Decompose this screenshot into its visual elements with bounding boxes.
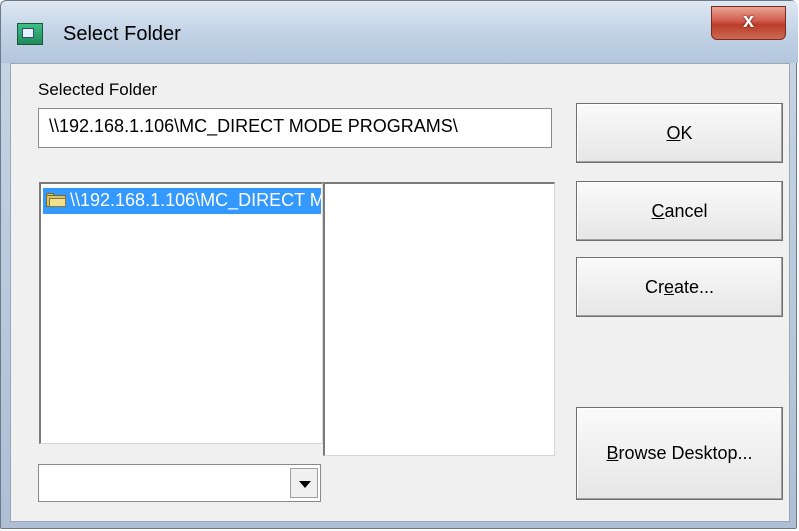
dialog-body: Selected Folder \\192.168.1.106\MC_DIREC… — [10, 63, 790, 522]
select-folder-dialog: Select Folder x Selected Folder \\192.16… — [0, 0, 798, 529]
window-title: Select Folder — [63, 23, 181, 45]
tree-item-label: \\192.168.1.106\MC_DIRECT MODE PROGRAMS — [70, 190, 321, 210]
browse-desktop-button[interactable]: Browse Desktop... — [576, 407, 783, 500]
tree-item-selected[interactable]: \\192.168.1.106\MC_DIRECT MODE PROGRAMS — [43, 188, 321, 214]
chevron-down-icon[interactable] — [290, 468, 318, 498]
folder-tree[interactable]: \\192.168.1.106\MC_DIRECT MODE PROGRAMS — [39, 182, 323, 444]
ok-label: K — [680, 122, 693, 143]
file-list[interactable] — [323, 182, 555, 456]
app-icon — [17, 23, 43, 45]
cancel-mnemonic: C — [651, 200, 665, 221]
browse-label: rowse Desktop... — [618, 443, 753, 463]
title-bar[interactable]: Select Folder x — [1, 1, 798, 63]
create-button[interactable]: Cr e ate... — [576, 257, 783, 317]
open-folder-icon — [46, 193, 66, 207]
selected-folder-field[interactable]: \\192.168.1.106\MC_DIRECT MODE PROGRAMS\ — [38, 108, 552, 148]
ok-button[interactable]: OK — [576, 103, 783, 163]
selected-folder-label: Selected Folder — [38, 80, 158, 99]
create-mnemonic: e — [663, 276, 674, 297]
cancel-label: ancel — [664, 200, 708, 221]
drive-dropdown[interactable] — [38, 464, 321, 502]
ok-mnemonic: O — [666, 122, 681, 143]
close-button[interactable]: x — [711, 6, 786, 40]
create-label-start: Cr — [644, 276, 664, 297]
create-label-end: ate... — [673, 276, 715, 297]
browse-mnemonic: B — [606, 443, 619, 463]
cancel-button[interactable]: Cancel — [576, 181, 783, 241]
close-icon: x — [742, 10, 755, 32]
